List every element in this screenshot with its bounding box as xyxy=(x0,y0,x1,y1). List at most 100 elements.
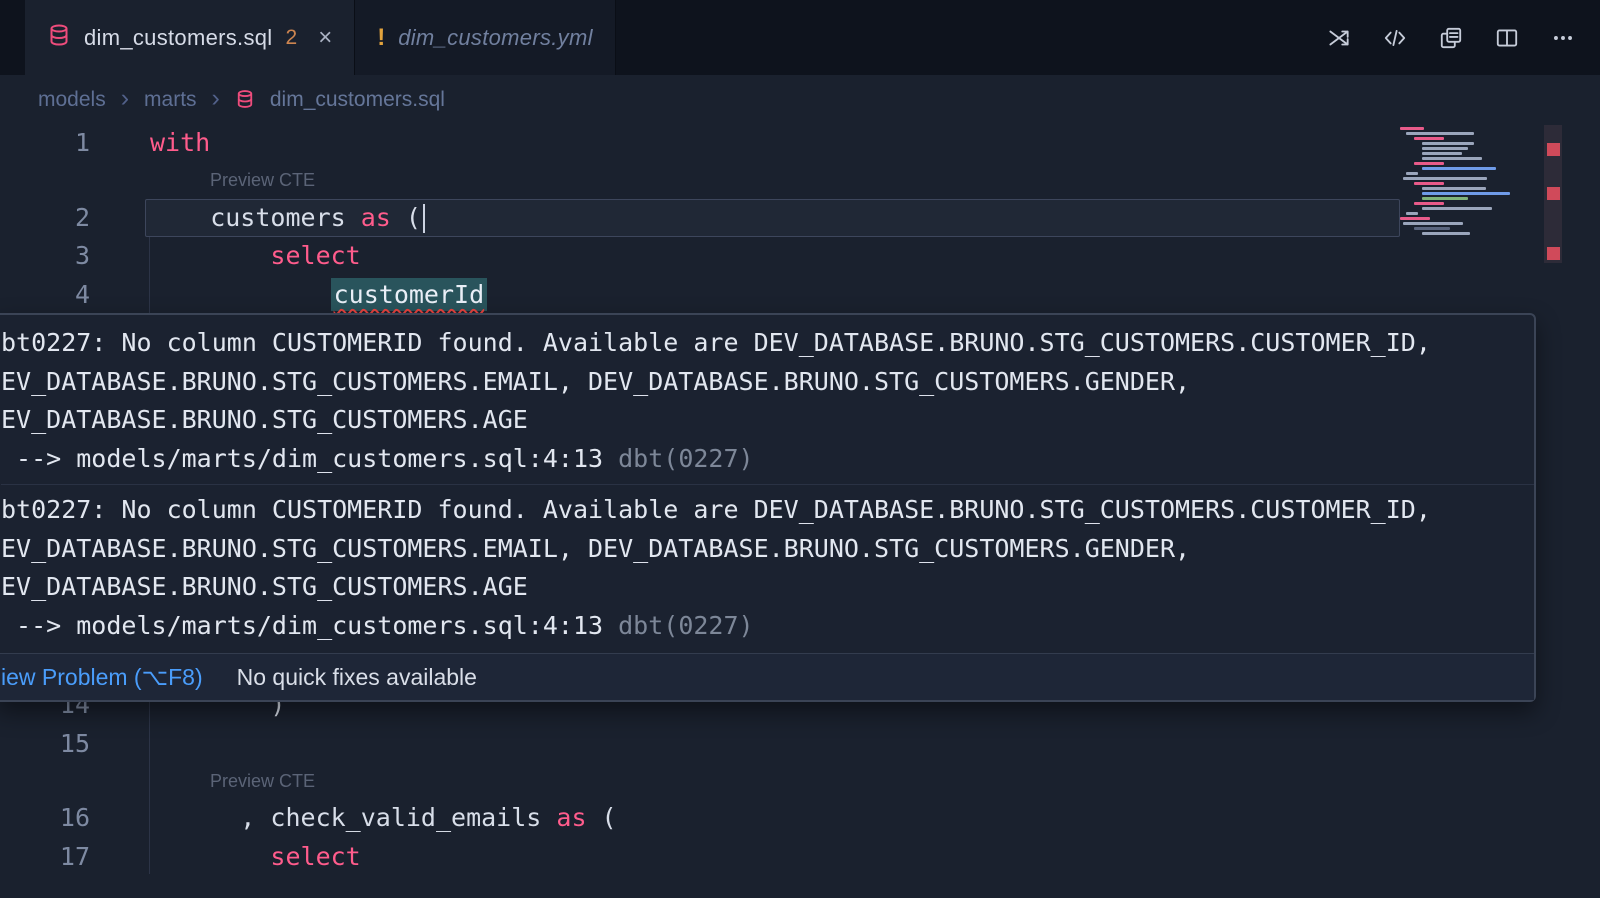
code-token xyxy=(150,842,270,871)
minimap-line xyxy=(1400,127,1424,130)
line-number: 16 xyxy=(0,799,90,838)
breadcrumb: models › marts › dim_customers.sql xyxy=(0,75,1600,124)
code-text: with xyxy=(90,124,210,163)
diagnostic-message: bt0227: No column CUSTOMERID found. Avai… xyxy=(1,484,1534,645)
line-number: 4 xyxy=(0,276,90,315)
overview-ruler-error-mark xyxy=(1547,187,1560,200)
code-token: , check_valid_emails xyxy=(150,803,556,832)
code-token: select xyxy=(270,842,360,871)
minimap-line xyxy=(1414,162,1444,165)
minimap-line xyxy=(1422,232,1470,235)
minimap-line xyxy=(1422,197,1468,200)
breadcrumb-item-models[interactable]: models xyxy=(38,88,106,112)
diagnostic-text-line: EV_DATABASE.BRUNO.STG_CUSTOMERS.EMAIL, D… xyxy=(1,363,1534,402)
minimap-line xyxy=(1422,207,1492,210)
overview-ruler-error-mark xyxy=(1547,143,1560,156)
minimap-line xyxy=(1414,227,1450,230)
crossed-arrows-icon[interactable] xyxy=(1326,25,1352,51)
copy-table-icon[interactable] xyxy=(1438,25,1464,51)
code-token xyxy=(150,241,270,270)
code-text: select xyxy=(90,838,361,877)
line-number: 1 xyxy=(0,124,90,163)
dbt-file-icon xyxy=(47,23,71,52)
minimap-line xyxy=(1422,147,1468,150)
code-token: as xyxy=(556,803,586,832)
codelens-preview-cte[interactable]: Preview CTE xyxy=(210,170,315,191)
code-text: customerId xyxy=(90,276,487,315)
minimap-line xyxy=(1403,177,1487,180)
inline-code-icon[interactable] xyxy=(1382,25,1408,51)
codelens-row: Preview CTE xyxy=(0,763,1600,799)
code-token: with xyxy=(150,128,210,157)
editor-top-lines[interactable]: 1 withPreview CTE 2 customers as (3 select… xyxy=(0,124,1600,314)
code-text: , check_valid_emails as ( xyxy=(90,799,617,838)
code-token: as xyxy=(361,203,391,232)
minimap-line xyxy=(1400,217,1430,220)
code-line-15[interactable]: 15 xyxy=(0,725,1600,764)
minimap-line xyxy=(1414,182,1444,185)
chevron-right-icon: › xyxy=(121,84,129,113)
tab-dim-customers-sql[interactable]: dim_customers.sql 2 × xyxy=(25,0,355,75)
line-number: 2 xyxy=(0,199,90,238)
code-token xyxy=(150,280,331,309)
code-token: select xyxy=(270,241,360,270)
minimap-line xyxy=(1406,172,1418,175)
minimap-line xyxy=(1422,142,1474,145)
split-editor-icon[interactable] xyxy=(1494,25,1520,51)
minimap-line xyxy=(1414,137,1444,140)
code-token: ( xyxy=(391,203,421,232)
hover-footer: iew Problem (⌥F8) No quick fixes availab… xyxy=(0,653,1534,700)
codelens-preview-cte[interactable]: Preview CTE xyxy=(210,771,315,792)
code-line-4[interactable]: 4 customerId xyxy=(0,276,1600,315)
overview-ruler-error-mark xyxy=(1547,247,1560,260)
hover-problem-popup: bt0227: No column CUSTOMERID found. Avai… xyxy=(0,313,1536,702)
minimap-line xyxy=(1406,212,1418,215)
text-cursor xyxy=(423,204,425,233)
minimap-line xyxy=(1414,202,1444,205)
code-line-16[interactable]: 16 , check_valid_emails as ( xyxy=(0,799,1600,838)
code-token: ( xyxy=(587,803,617,832)
code-line-2[interactable]: 2 customers as ( xyxy=(0,199,1600,238)
diagnostic-message: bt0227: No column CUSTOMERID found. Avai… xyxy=(1,324,1534,478)
tab-dim-customers-yml[interactable]: ! dim_customers.yml xyxy=(355,0,616,75)
line-number: 17 xyxy=(0,838,90,877)
minimap-line xyxy=(1422,157,1482,160)
error-token: customerId xyxy=(331,278,488,311)
warning-icon: ! xyxy=(377,24,385,52)
line-number: 3 xyxy=(0,237,90,276)
diagnostic-text-line: EV_DATABASE.BRUNO.STG_CUSTOMERS.AGE xyxy=(1,401,1534,440)
close-tab-icon[interactable]: × xyxy=(318,24,332,52)
breadcrumb-item-file[interactable]: dim_customers.sql xyxy=(270,88,445,112)
editor-actions xyxy=(1326,0,1600,75)
code-line-17[interactable]: 17 select xyxy=(0,838,1600,877)
code-line-1[interactable]: 1 with xyxy=(0,124,1600,163)
code-text: select xyxy=(90,237,361,276)
diagnostic-messages: bt0227: No column CUSTOMERID found. Avai… xyxy=(0,315,1534,645)
tab-label: dim_customers.sql xyxy=(84,25,273,51)
tab-bar: dim_customers.sql 2 × ! dim_customers.ym… xyxy=(0,0,1600,75)
diagnostic-path[interactable]: --> models/marts/dim_customers.sql:4:13 xyxy=(1,611,603,640)
codelens-row: Preview CTE xyxy=(0,163,1600,199)
diagnostic-code: dbt(0227) xyxy=(603,611,754,640)
code-line-3[interactable]: 3 select xyxy=(0,237,1600,276)
view-problem-link[interactable]: iew Problem (⌥F8) xyxy=(1,664,203,691)
minimap-line xyxy=(1422,167,1496,170)
diagnostic-code: dbt(0227) xyxy=(603,444,754,473)
breadcrumb-item-marts[interactable]: marts xyxy=(144,88,197,112)
line-number: 15 xyxy=(0,725,90,764)
diagnostic-path[interactable]: --> models/marts/dim_customers.sql:4:13 xyxy=(1,444,603,473)
no-quick-fixes-text: No quick fixes available xyxy=(237,664,477,691)
more-actions-icon[interactable] xyxy=(1550,25,1576,51)
minimap[interactable] xyxy=(1400,127,1542,237)
diagnostic-text-line: EV_DATABASE.BRUNO.STG_CUSTOMERS.EMAIL, D… xyxy=(1,530,1534,569)
editor-bottom-lines[interactable]: 14 )15Preview CTE16 , check_valid_emails… xyxy=(0,686,1600,876)
minimap-line xyxy=(1406,132,1474,135)
tab-label: dim_customers.yml xyxy=(398,25,593,51)
tab-problems-badge: 2 xyxy=(286,26,298,50)
chevron-right-icon: › xyxy=(212,84,220,113)
diagnostic-text-line: bt0227: No column CUSTOMERID found. Avai… xyxy=(1,324,1534,363)
minimap-line xyxy=(1422,187,1486,190)
code-text: customers as ( xyxy=(90,199,425,238)
minimap-line xyxy=(1422,192,1510,195)
dbt-file-icon xyxy=(235,88,255,112)
